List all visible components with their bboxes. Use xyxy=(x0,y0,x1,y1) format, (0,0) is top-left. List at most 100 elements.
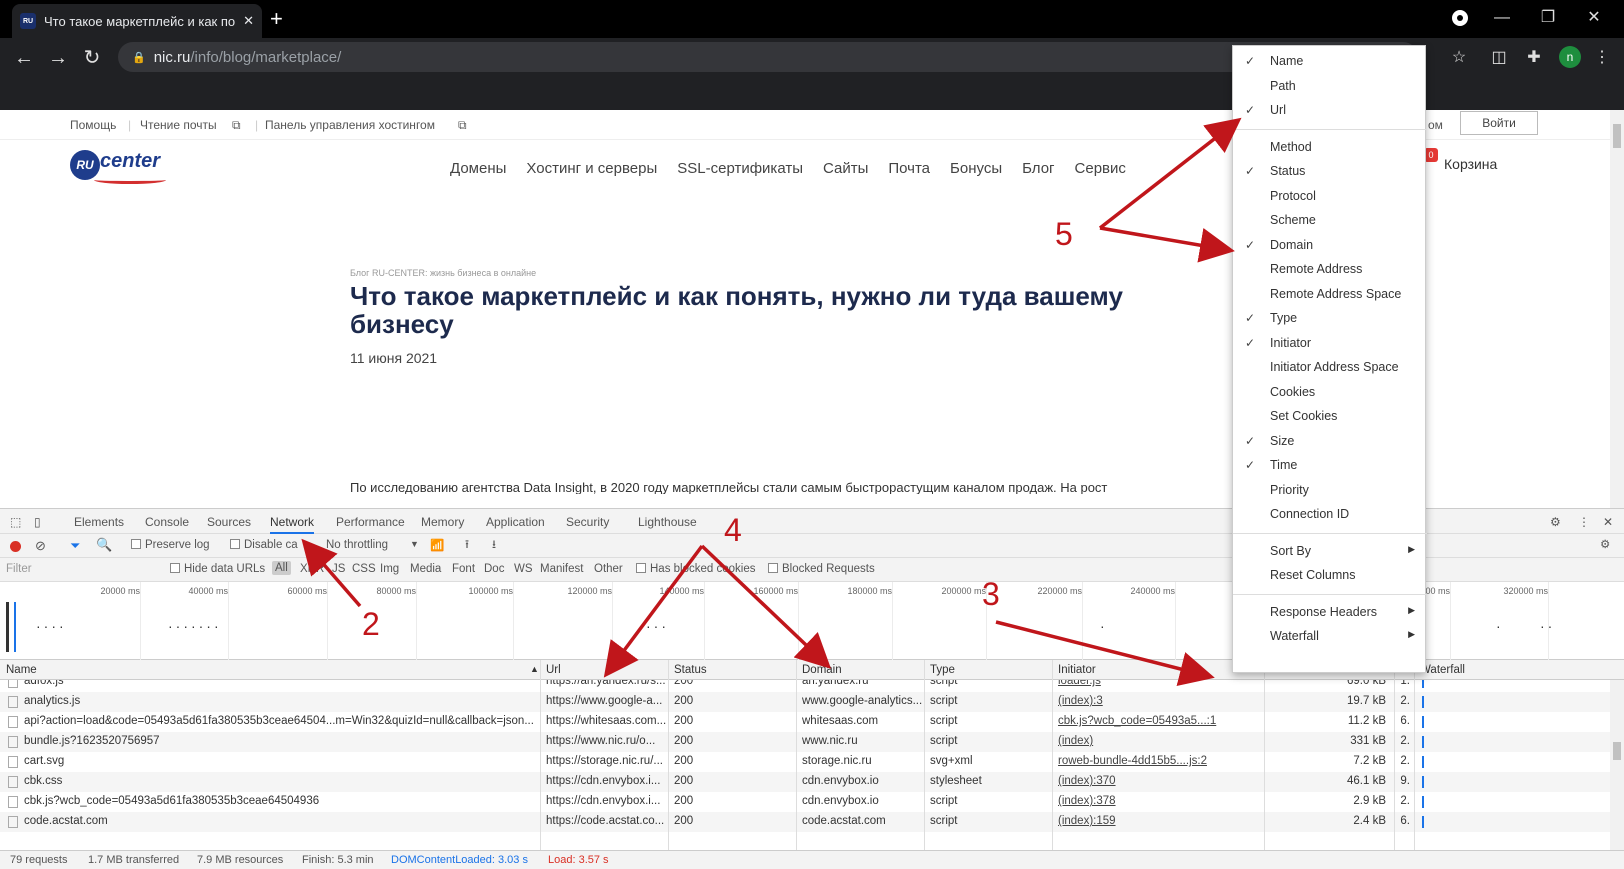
filter-ws[interactable]: WS xyxy=(514,563,533,575)
table-row[interactable]: api?action=load&code=05493a5d61fa380535b… xyxy=(0,712,1624,732)
tab-elements[interactable]: Elements xyxy=(74,515,124,529)
filter-css[interactable]: CSS xyxy=(352,563,376,575)
menu-item-path[interactable]: Path xyxy=(1233,75,1427,99)
devtools-menu-icon[interactable]: ⋮ xyxy=(1578,515,1590,529)
menu-item-waterfall[interactable]: Waterfall ▶ xyxy=(1233,625,1427,649)
filter-icon[interactable]: ⏷ xyxy=(70,538,80,554)
cell-initiator[interactable]: cbk.js?wcb_code=05493a5...:1 xyxy=(1058,715,1258,727)
menu-item-remote-address-space[interactable]: Remote Address Space xyxy=(1233,283,1427,307)
menu-item-initiator[interactable]: ✓ Initiator xyxy=(1233,332,1427,356)
record-icon[interactable] xyxy=(1440,6,1480,30)
breadcrumb[interactable]: Блог RU-CENTER: жизнь бизнеса в онлайне xyxy=(350,268,536,278)
inspect-icon[interactable]: ⬚ xyxy=(10,515,21,529)
minimize-icon[interactable]: — xyxy=(1482,6,1522,30)
hosting-panel-link[interactable]: Панель управления хостингом xyxy=(265,118,435,132)
tab-memory[interactable]: Memory xyxy=(421,515,464,529)
column-divider[interactable] xyxy=(796,660,797,850)
maximize-icon[interactable]: ❐ xyxy=(1528,6,1568,30)
device-toggle-icon[interactable]: ▯ xyxy=(34,515,41,529)
menu-item-name[interactable]: ✓ Name xyxy=(1233,50,1427,74)
column-divider[interactable] xyxy=(1264,660,1265,850)
pocket-icon[interactable]: ◫ xyxy=(1487,46,1511,70)
table-row[interactable]: code.acstat.com https://code.acstat.co...… xyxy=(0,812,1624,832)
cell-initiator[interactable]: loader.js xyxy=(1058,680,1258,687)
menu-item-domain[interactable]: ✓ Domain xyxy=(1233,234,1427,258)
column-divider[interactable] xyxy=(668,660,669,850)
network-settings-icon[interactable]: ⚙ xyxy=(1600,537,1610,551)
menu-item-priority[interactable]: Priority xyxy=(1233,479,1427,503)
column-header-domain[interactable]: Domain xyxy=(802,664,842,676)
menu-item-set-cookies[interactable]: Set Cookies xyxy=(1233,405,1427,429)
menu-item-bonuses[interactable]: Бонусы xyxy=(950,160,1002,177)
column-divider[interactable] xyxy=(1414,660,1415,850)
filter-all[interactable]: All xyxy=(272,561,291,575)
back-icon[interactable]: ← xyxy=(10,46,38,70)
page-scrollbar[interactable] xyxy=(1610,110,1624,508)
table-row[interactable]: bundle.js?1623520756957 https://www.nic.r… xyxy=(0,732,1624,752)
menu-item-sites[interactable]: Сайты xyxy=(823,160,868,177)
new-tab-button[interactable]: + xyxy=(270,6,283,32)
column-divider[interactable] xyxy=(1052,660,1053,850)
menu-item-domains[interactable]: Домены xyxy=(450,160,506,177)
clear-icon[interactable]: ⊘ xyxy=(35,538,46,554)
table-row[interactable]: cbk.css https://cdn.envybox.i... 200 cdn.en… xyxy=(0,772,1624,792)
table-row[interactable]: cbk.js?wcb_code=05493a5d61fa380535b3ceae… xyxy=(0,792,1624,812)
tab-lighthouse[interactable]: Lighthouse xyxy=(638,515,697,529)
cart-link[interactable]: 🛒 0 Корзина xyxy=(1406,148,1497,176)
filter-media[interactable]: Media xyxy=(410,563,441,575)
menu-item-method[interactable]: Method xyxy=(1233,136,1427,160)
menu-item-ssl[interactable]: SSL-сертификаты xyxy=(677,160,803,177)
filter-xhr[interactable]: XHR xyxy=(300,563,324,575)
wifi-icon[interactable]: 📶 xyxy=(430,538,444,552)
column-header-initiator[interactable]: Initiator xyxy=(1058,664,1096,676)
menu-item-blog[interactable]: Блог xyxy=(1022,160,1054,177)
settings-gear-icon[interactable]: ⚙ xyxy=(1550,515,1561,529)
menu-item-protocol[interactable]: Protocol xyxy=(1233,185,1427,209)
browser-tab[interactable]: RU Что такое маркетплейс и как по ✕ xyxy=(12,4,262,38)
cell-initiator[interactable]: (index):159 xyxy=(1058,815,1258,827)
column-divider[interactable] xyxy=(540,660,541,850)
tab-network[interactable]: Network xyxy=(270,515,315,534)
column-divider[interactable] xyxy=(1394,660,1395,850)
import-icon[interactable]: ⭱ xyxy=(465,537,469,556)
menu-item-time[interactable]: ✓ Time xyxy=(1233,454,1427,478)
column-header-url[interactable]: Url xyxy=(546,664,561,676)
cell-initiator[interactable]: (index):370 xyxy=(1058,775,1258,787)
search-icon[interactable]: 🔍 xyxy=(96,537,112,553)
filter-font[interactable]: Font xyxy=(452,563,475,575)
reload-icon[interactable]: ↻ xyxy=(78,46,106,70)
menu-item-hosting[interactable]: Хостинг и серверы xyxy=(526,160,657,177)
export-icon[interactable]: ⭳ xyxy=(492,537,496,556)
tab-application[interactable]: Application xyxy=(486,515,545,529)
filter-js[interactable]: JS xyxy=(332,563,345,575)
table-scroll-thumb[interactable] xyxy=(1613,742,1621,760)
table-row[interactable]: analytics.js https://www.google-a... 200 ww… xyxy=(0,692,1624,712)
disable-cache-checkbox[interactable]: Disable ca xyxy=(230,539,298,551)
table-row[interactable]: cart.svg https://storage.nic.ru/... 200 sto… xyxy=(0,752,1624,772)
tab-sources[interactable]: Sources xyxy=(207,515,251,529)
cell-initiator[interactable]: roweb-bundle-4dd15b5....js:2 xyxy=(1058,755,1258,767)
cell-initiator[interactable]: (index):378 xyxy=(1058,795,1258,807)
menu-item-sort-by[interactable]: Sort By ▶ xyxy=(1233,540,1427,564)
tab-security[interactable]: Security xyxy=(566,515,609,529)
column-header-name[interactable]: Name xyxy=(6,664,37,676)
menu-item-response-headers[interactable]: Response Headers ▶ xyxy=(1233,601,1427,625)
menu-item-cookies[interactable]: Cookies xyxy=(1233,381,1427,405)
ru-center-logo[interactable]: RU center xyxy=(70,146,170,190)
login-button[interactable]: Войти xyxy=(1460,111,1538,135)
menu-item-scheme[interactable]: Scheme xyxy=(1233,209,1427,233)
menu-item-remote-address[interactable]: Remote Address xyxy=(1233,258,1427,282)
menu-item-size[interactable]: ✓ Size xyxy=(1233,430,1427,454)
has-blocked-cookies-checkbox[interactable]: Has blocked cookies xyxy=(636,563,755,575)
menu-item-initiator-address-space[interactable]: Initiator Address Space xyxy=(1233,356,1427,380)
hide-data-urls-checkbox[interactable]: Hide data URLs xyxy=(170,563,265,575)
filter-manifest[interactable]: Manifest xyxy=(540,563,583,575)
close-tab-icon[interactable]: ✕ xyxy=(243,13,254,29)
menu-item-reset-columns[interactable]: Reset Columns xyxy=(1233,564,1427,588)
page-scroll-thumb[interactable] xyxy=(1613,124,1621,148)
tab-console[interactable]: Console xyxy=(145,515,189,529)
table-scrollbar[interactable] xyxy=(1610,680,1624,850)
profile-avatar[interactable]: n xyxy=(1559,46,1581,68)
forward-icon[interactable]: → xyxy=(44,46,72,70)
help-link[interactable]: Помощь xyxy=(70,118,116,132)
